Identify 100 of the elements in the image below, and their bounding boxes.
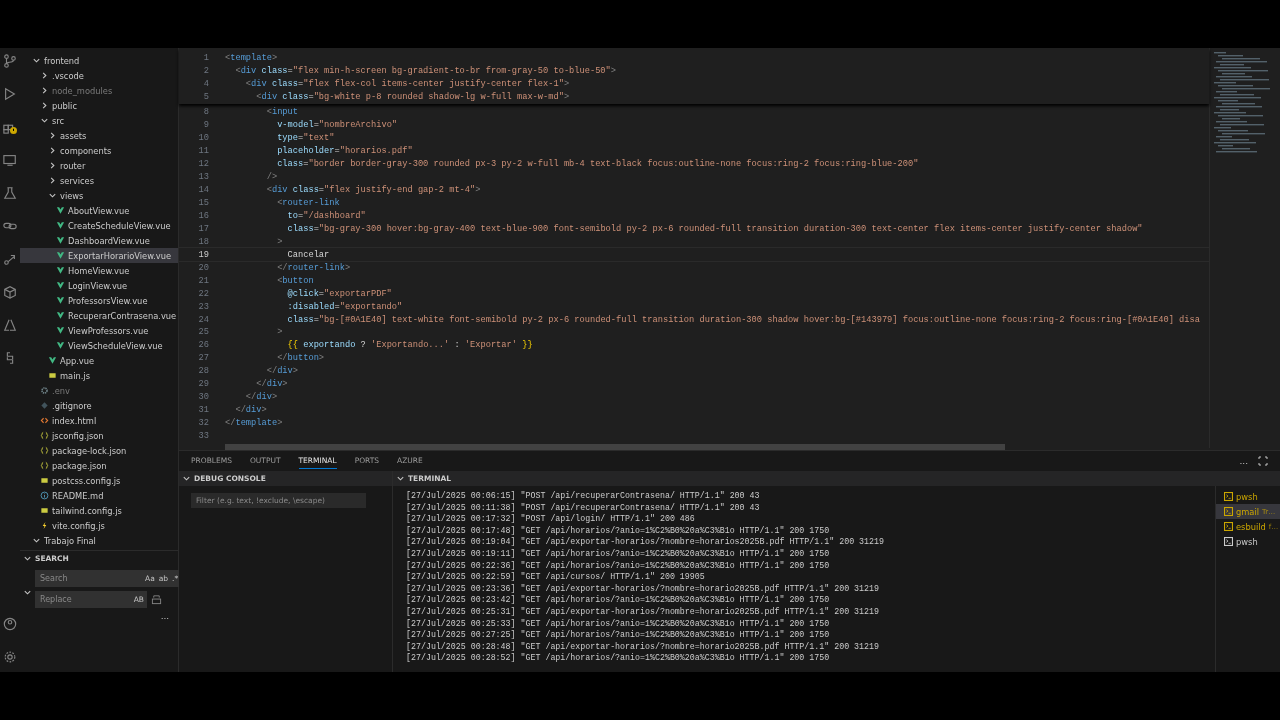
- line-number: 10: [197, 133, 209, 144]
- tree-item[interactable]: ProfessorsView.vue: [20, 293, 178, 308]
- terminal-line: [27/Jul/2025 00:19:11] "GET /api/horarios/?anio=1%C2%B0%20a%C3%B1o HTTP/1.1" 200 1750: [406, 547, 831, 560]
- triangle-icon[interactable]: [3, 318, 17, 332]
- line-number: 17: [197, 223, 209, 234]
- code-line: class="border border-gray-300 rounded px-3 py-2 w-full mb-4 text-black focus:outline-none focus:ring-2 focus:ring-blue-200": [276, 159, 919, 170]
- line-number: 2: [202, 66, 209, 77]
- terminal-line: [27/Jul/2025 00:28:48] "GET /api/exportar-horarios/?nombre=horario2025B.pdf HTTP/1.1" 200 31219: [406, 640, 880, 653]
- line-number: 8: [202, 107, 209, 118]
- tree-item[interactable]: package-lock.json: [20, 443, 178, 458]
- lightning-icon: [40, 521, 49, 530]
- code-line: <div class="bg-white p-8 rounded shadow-lg w-full max-w-md">: [255, 92, 570, 103]
- tree-item[interactable]: CreateScheduleView.vue: [20, 218, 178, 233]
- line-number: 4: [202, 79, 209, 90]
- tree-item[interactable]: jsconfig.json: [20, 428, 178, 443]
- code-line: </div>: [265, 366, 298, 377]
- code-line: class="bg-[#0A1E40] text-white font-semibold py-2 px-6 rounded-full transition duration-300 shadow hover:bg-[#143979] focus:outline-none focus:ring-2 focus:ring-[#0A1E40] disa: [286, 314, 1200, 325]
- line-number: 28: [197, 366, 209, 377]
- code-line: <div class="flex min-h-screen bg-gradient-to-br from-gray-50 to-blue-50">: [234, 66, 616, 77]
- code-line: </div>: [244, 392, 278, 403]
- tree-item[interactable]: RecuperarContrasena.vue: [20, 308, 178, 323]
- line-number: 18: [197, 236, 209, 247]
- tree-item[interactable]: .vscode: [20, 68, 178, 83]
- line-number: 16: [197, 210, 209, 221]
- terminal-line: [27/Jul/2025 00:17:32] "POST /api/login/ HTTP/1.1" 200 486: [406, 513, 696, 525]
- code-line: </div>: [255, 379, 288, 390]
- account-icon[interactable]: [3, 617, 17, 631]
- tree-item[interactable]: App.vue: [20, 353, 178, 368]
- tree-item[interactable]: HomeView.vue: [20, 263, 178, 278]
- tree-item[interactable]: public: [20, 98, 178, 113]
- terminal-session[interactable]: pwsh: [1216, 489, 1280, 504]
- line-number: 11: [197, 146, 209, 157]
- line-number: 27: [197, 353, 209, 364]
- flask-icon[interactable]: [3, 186, 17, 200]
- code-line: :disabled="exportando": [286, 301, 403, 312]
- run-debug-icon[interactable]: [3, 87, 17, 101]
- code-line: <router-link: [276, 197, 340, 208]
- code-line: />: [265, 172, 278, 183]
- code-line: Cancelar: [286, 249, 330, 260]
- tree-item[interactable]: index.html: [20, 413, 178, 428]
- tree-item[interactable]: AboutView.vue: [20, 203, 178, 218]
- source-control-icon[interactable]: [3, 54, 17, 68]
- line-number: 31: [197, 405, 209, 416]
- terminal-line: [27/Jul/2025 00:27:25] "GET /api/horarios/?anio=1%C2%B0%20a%C3%B1o HTTP/1.1" 200 1750: [406, 629, 831, 641]
- tree-item[interactable]: router: [20, 158, 178, 173]
- scrollbar[interactable]: [225, 444, 1005, 450]
- tree-item[interactable]: .gitignore: [20, 398, 178, 413]
- tree-item[interactable]: assets: [20, 128, 178, 143]
- tree-item[interactable]: README.md: [20, 488, 178, 503]
- tree-item[interactable]: ViewProfessors.vue: [20, 323, 178, 338]
- html-icon: [40, 416, 49, 425]
- info-icon: [40, 491, 49, 500]
- tree-item[interactable]: main.js: [20, 368, 178, 383]
- tree-item[interactable]: LoginView.vue: [20, 278, 178, 293]
- tree-item[interactable]: views: [20, 188, 178, 203]
- more-button[interactable]: ...: [160, 612, 170, 620]
- more-button[interactable]: ...: [1239, 456, 1248, 466]
- tree-item[interactable]: postcss.config.js: [20, 473, 178, 488]
- gear-icon: [40, 386, 49, 395]
- code-line: placeholder="horarios.pdf": [276, 146, 413, 157]
- tree-item[interactable]: ExportarHorarioView.vue: [20, 248, 178, 263]
- terminal-line: [27/Jul/2025 00:25:33] "GET /api/horarios/?anio=1%C2%B0%20a%C3%B1o HTTP/1.1" 200 1750: [406, 617, 831, 630]
- code-line: <input: [265, 107, 298, 118]
- monitor-icon[interactable]: [3, 153, 17, 167]
- line-number: 26: [197, 340, 209, 351]
- terminal-line: [27/Jul/2025 00:22:36] "GET /api/horarios/?anio=1%C2%B0%20a%C3%B1o HTTP/1.1" 200 1750: [406, 559, 831, 572]
- terminal-line: [27/Jul/2025 00:11:38] "POST /api/recuperarContrasena/ HTTP/1.1" 200 43: [406, 501, 761, 514]
- diamond-icon: [40, 401, 49, 410]
- code-line: >: [276, 236, 283, 247]
- js-file-icon: [40, 506, 49, 515]
- tree-item[interactable]: Trabajo Final: [20, 533, 178, 548]
- tree-item[interactable]: ViewScheduleView.vue: [20, 338, 178, 353]
- tree-item[interactable]: package.json: [20, 458, 178, 473]
- tree-item[interactable]: node_modules: [20, 83, 178, 98]
- tree-item[interactable]: src: [20, 113, 178, 128]
- json-icon: [40, 461, 49, 470]
- box-icon[interactable]: [3, 285, 17, 299]
- line-number: 21: [197, 275, 209, 286]
- tree-item[interactable]: frontend: [20, 53, 178, 68]
- share-icon[interactable]: [3, 252, 17, 266]
- terminal-line: [27/Jul/2025 00:23:36] "GET /api/exportar-horarios/?nombre=horario2025B.pdf HTTP/1.1" 200 31219: [406, 582, 880, 595]
- js-file-icon: [48, 371, 57, 380]
- tree-item[interactable]: .env: [20, 383, 178, 398]
- maximize-icon[interactable]: [1258, 456, 1268, 466]
- line-number: 33: [197, 431, 209, 442]
- line-number: 20: [197, 262, 209, 273]
- tree-item[interactable]: services: [20, 173, 178, 188]
- line-number: 25: [197, 327, 209, 338]
- chevron-icon[interactable]: [23, 588, 32, 597]
- code-line: <template>: [225, 53, 278, 64]
- line-number: 1: [202, 53, 209, 64]
- tree-item[interactable]: tailwind.config.js: [20, 503, 178, 518]
- tree-item[interactable]: DashboardView.vue: [20, 233, 178, 248]
- tree-item[interactable]: vite.config.js: [20, 518, 178, 533]
- terminal-line: [27/Jul/2025 00:17:48] "GET /api/horarios/?anio=1%C2%B0%20a%C3%B1o HTTP/1.1" 200 1750: [406, 524, 831, 537]
- tree-item[interactable]: components: [20, 143, 178, 158]
- terminal-line: [27/Jul/2025 00:23:42] "GET /api/horarios/?anio=1%C2%B0%20a%C3%B1o HTTP/1.1" 200 1750: [406, 594, 831, 606]
- terminal-session[interactable]: pwsh: [1216, 534, 1280, 549]
- json-icon: [40, 446, 49, 455]
- settings-icon[interactable]: [3, 650, 17, 664]
